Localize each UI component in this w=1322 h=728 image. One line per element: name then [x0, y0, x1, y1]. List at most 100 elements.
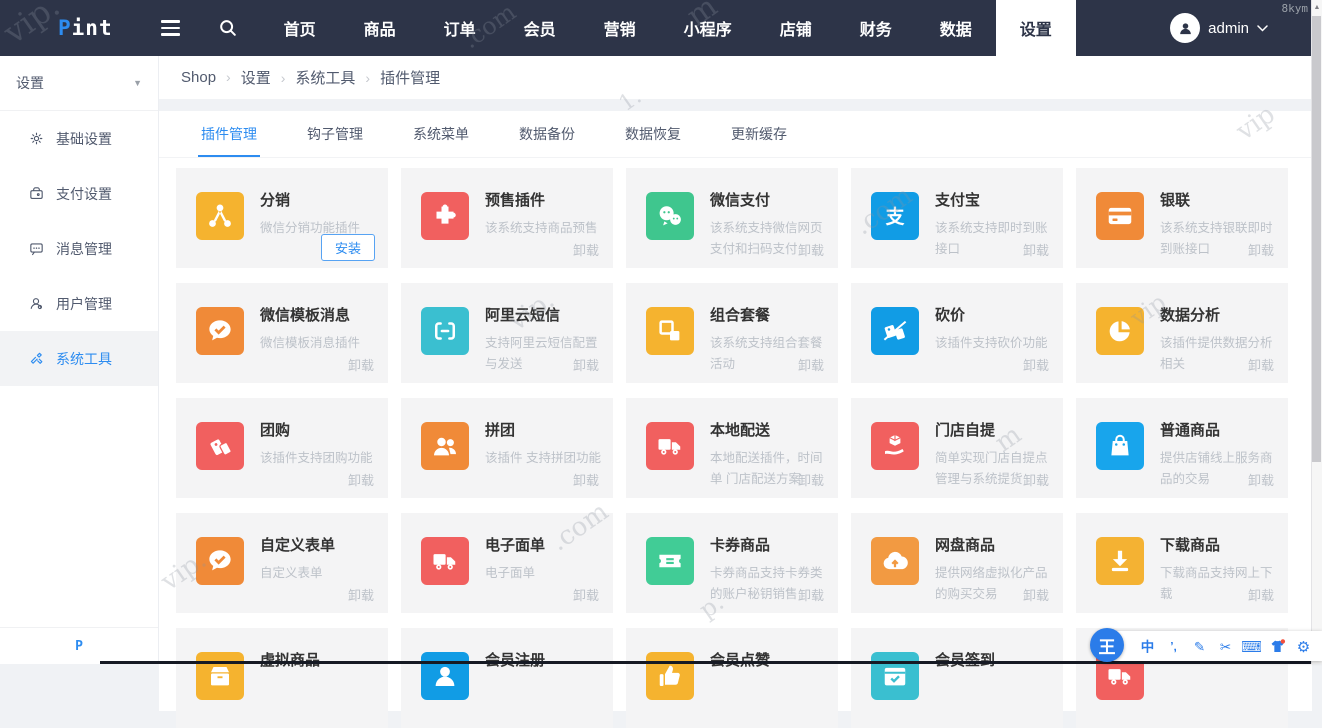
tab-bar: 插件管理 钩子管理 系统菜单 数据备份 数据恢复 更新缓存: [159, 111, 1312, 158]
ime-settings-icon[interactable]: [1290, 634, 1316, 658]
breadcrumb-separator: ›: [226, 69, 231, 85]
tab-system-menu[interactable]: 系统菜单: [388, 111, 494, 157]
plugin-action-button[interactable]: 卸载: [348, 470, 374, 489]
scrollbar-up-arrow[interactable]: ▲: [1312, 0, 1322, 15]
sidebar-item-basic-settings[interactable]: 基础设置: [0, 111, 158, 166]
chinese-mode-icon[interactable]: [1134, 634, 1160, 658]
plugin-action-button[interactable]: 卸载: [573, 240, 599, 259]
sidebar-item-message-management[interactable]: 消息管理: [0, 221, 158, 276]
plugin-card: 组合套餐 该系统支持组合套餐活动 卸载: [626, 283, 838, 383]
plugin-description: 该插件支持团购功能: [260, 450, 373, 465]
plugin-title: 普通商品: [1160, 422, 1221, 439]
plugin-icon: [421, 537, 469, 585]
plugin-card: 分销 微信分销功能插件 安装: [176, 168, 388, 268]
breadcrumb-item[interactable]: 设置 ›: [241, 67, 296, 88]
plugin-description: 自定义表单: [260, 565, 323, 580]
plugin-title: 本地配送: [710, 422, 771, 439]
top-navbar: Pint 首页 商品 订单 会员 营销 小程序 店铺 财务 数据 设置 admin: [0, 0, 1312, 56]
user-menu[interactable]: admin: [1170, 0, 1268, 56]
nav-item-goods[interactable]: 商品: [340, 0, 420, 56]
tab-data-restore[interactable]: 数据恢复: [600, 111, 706, 157]
sidebar-item-system-tools[interactable]: 系统工具: [0, 331, 158, 386]
punctuation-icon[interactable]: [1160, 634, 1186, 658]
plugin-action-button[interactable]: 卸载: [1248, 585, 1274, 604]
plugin-title: 微信支付: [710, 192, 771, 209]
nav-item-members[interactable]: 会员: [500, 0, 580, 56]
plugin-action-button[interactable]: 卸载: [573, 355, 599, 374]
sidebar-footer-logo: P: [0, 627, 158, 664]
breadcrumb-item[interactable]: 插件管理›: [380, 67, 440, 88]
nav-item-data[interactable]: 数据: [916, 0, 996, 56]
nav-item-miniprogram[interactable]: 小程序: [660, 0, 756, 56]
nav-item-shop[interactable]: 店铺: [756, 0, 836, 56]
plugin-card: 支付宝 该系统支持即时到账接口 卸载: [851, 168, 1063, 268]
sidebar-item-icon: [28, 130, 45, 147]
nav-item-home[interactable]: 首页: [260, 0, 340, 56]
plugin-icon: [1096, 422, 1144, 470]
avatar: [1170, 13, 1201, 43]
plugin-action-button[interactable]: 安装: [320, 234, 375, 261]
tab-plugin-management[interactable]: 插件管理: [176, 111, 282, 157]
clipboard-icon[interactable]: [1212, 634, 1238, 658]
breadcrumb-item[interactable]: Shop ›: [181, 69, 241, 86]
plugin-action-button[interactable]: 卸载: [1023, 470, 1049, 489]
plugin-action-button[interactable]: 卸载: [1248, 470, 1274, 489]
skin-icon[interactable]: [1264, 634, 1290, 658]
plugin-title: 自定义表单: [260, 537, 336, 554]
plugin-icon: [421, 307, 469, 355]
app-logo: Pint: [58, 0, 113, 56]
tab-refresh-cache[interactable]: 更新缓存: [706, 111, 812, 157]
tab-data-backup[interactable]: 数据备份: [494, 111, 600, 157]
nav-item-orders[interactable]: 订单: [420, 0, 500, 56]
logo-rest: int: [71, 16, 113, 40]
plugin-action-button[interactable]: 卸载: [798, 585, 824, 604]
plugin-action-button[interactable]: 卸载: [1248, 355, 1274, 374]
plugin-icon: [1096, 537, 1144, 585]
plugin-icon: [421, 192, 469, 240]
plugin-action-button[interactable]: 卸载: [798, 355, 824, 374]
nav-item-finance[interactable]: 财务: [836, 0, 916, 56]
plugin-action-button[interactable]: 卸载: [348, 355, 374, 374]
hamburger-menu-icon[interactable]: [155, 14, 186, 42]
plugin-title: 支付宝: [935, 192, 981, 209]
plugin-card: 砍价 该插件支持砍价功能 卸载: [851, 283, 1063, 383]
breadcrumb-separator: ›: [280, 70, 286, 86]
plugin-description: 微信模板消息插件: [260, 335, 361, 350]
scrollbar-thumb[interactable]: [1312, 16, 1321, 462]
breadcrumb: Shop›设置›系统工具›插件管理›: [159, 56, 1312, 99]
ime-toolbar: 王: [1090, 628, 1322, 662]
scrollbar[interactable]: ▲: [1311, 0, 1322, 664]
tab-hook-management[interactable]: 钩子管理: [282, 111, 388, 157]
breadcrumb-item[interactable]: 系统工具 ›: [295, 67, 380, 88]
plugin-title: 卡券商品: [710, 537, 771, 554]
nav-item-settings[interactable]: 设置: [995, 0, 1076, 56]
plugin-card: 预售插件 该系统支持商品预售 卸载: [401, 168, 613, 268]
plugin-action-button[interactable]: 卸载: [798, 470, 824, 489]
sidebar-item-payment-settings[interactable]: 支付设置: [0, 166, 158, 221]
plugin-action-button[interactable]: 卸载: [573, 470, 599, 489]
plugin-action-button[interactable]: 卸载: [348, 585, 374, 604]
plugin-title: 砍价: [935, 307, 966, 324]
search-icon[interactable]: [212, 12, 244, 44]
sidebar-header[interactable]: 设置 ▼: [0, 56, 158, 111]
plugin-action-button[interactable]: 卸载: [1023, 240, 1049, 259]
plugin-card: 会员签到: [851, 628, 1063, 728]
plugin-action-button[interactable]: 卸载: [1023, 585, 1049, 604]
ime-logo-badge[interactable]: 王: [1090, 628, 1124, 662]
plugin-card: 网盘商品 提供网络虚拟化产品的购买交易 卸载: [851, 513, 1063, 613]
nav-item-marketing[interactable]: 营销: [580, 0, 660, 56]
plugin-action-button[interactable]: 卸载: [573, 585, 599, 604]
plugin-title: 预售插件: [485, 192, 546, 209]
plugin-action-button[interactable]: 卸载: [798, 240, 824, 259]
plugin-icon: [646, 307, 694, 355]
plugin-title: 网盘商品: [935, 537, 996, 554]
sidebar-item-user-management[interactable]: 用户管理: [0, 276, 158, 331]
plugin-action-button[interactable]: 卸载: [1023, 355, 1049, 374]
plugin-action-button[interactable]: 卸载: [1248, 240, 1274, 259]
plugin-title: 门店自提: [935, 422, 996, 439]
watermark-corner: 8kym: [1281, 2, 1309, 15]
virtual-keyboard-icon[interactable]: [1238, 634, 1264, 658]
plugin-title: 组合套餐: [710, 307, 771, 324]
plugin-card: 微信支付 该系统支持微信网页支付和扫码支付 卸载: [626, 168, 838, 268]
handwriting-icon[interactable]: [1186, 634, 1212, 658]
